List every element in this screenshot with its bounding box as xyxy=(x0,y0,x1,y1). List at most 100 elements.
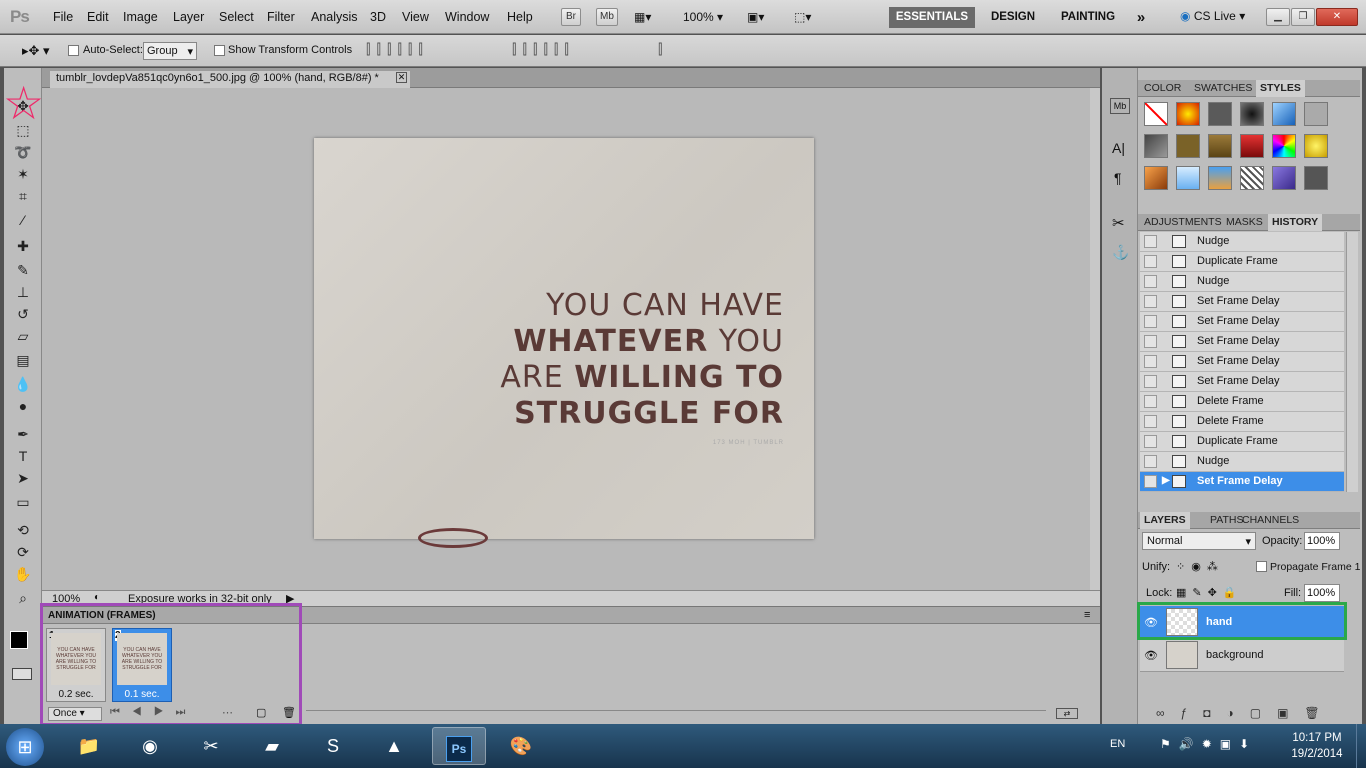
view-extras-icon[interactable]: ▦▾ xyxy=(634,10,651,24)
clock-time[interactable]: 10:17 PM xyxy=(1286,732,1348,744)
align-buttons-icon[interactable]: ⫿⫿⫿⫿⫿⫿ xyxy=(366,41,429,58)
menu-filter[interactable]: Filter xyxy=(267,10,295,24)
minimize-button[interactable]: ▁ xyxy=(1266,8,1290,26)
propagate-frame-checkbox[interactable] xyxy=(1256,561,1267,572)
auto-select-checkbox[interactable] xyxy=(68,45,79,56)
unify-buttons-icon[interactable]: ⁘◉⁂ xyxy=(1176,560,1224,573)
vlc-taskbar-icon[interactable]: ▲ xyxy=(367,727,421,765)
history-item[interactable]: Set Frame Delay xyxy=(1140,312,1344,332)
eye-icon[interactable]: 👁 xyxy=(1144,649,1158,662)
dodge-tool-icon[interactable]: ● xyxy=(12,396,34,416)
eyedropper-tool-icon[interactable]: ⁄ xyxy=(12,210,34,230)
fill-input[interactable]: 100% xyxy=(1304,584,1340,602)
history-snapshot-checkbox[interactable] xyxy=(1144,355,1157,368)
show-desktop-button[interactable] xyxy=(1356,724,1366,768)
layer-row-background[interactable]: 👁 background xyxy=(1140,639,1344,672)
history-snapshot-checkbox[interactable] xyxy=(1144,335,1157,348)
opacity-input[interactable]: 100% xyxy=(1304,532,1340,550)
chrome-taskbar-icon[interactable]: ◉ xyxy=(123,727,177,765)
maximize-button[interactable]: ❐ xyxy=(1291,8,1315,26)
close-document-icon[interactable]: ✕ xyxy=(396,72,407,83)
history-item[interactable]: Set Frame Delay xyxy=(1140,352,1344,372)
history-item[interactable]: Set Frame Delay xyxy=(1140,372,1344,392)
history-item[interactable]: Nudge xyxy=(1140,272,1344,292)
style-swatch[interactable] xyxy=(1144,134,1168,158)
history-item[interactable]: Delete Frame xyxy=(1140,412,1344,432)
quick-mask-icon[interactable] xyxy=(12,668,32,680)
paragraph-panel-icon[interactable]: ¶ xyxy=(1114,170,1122,186)
pen-tool-icon[interactable]: ✒ xyxy=(12,424,34,444)
style-swatch[interactable] xyxy=(1304,134,1328,158)
show-transform-checkbox[interactable] xyxy=(214,45,225,56)
clock-date[interactable]: 19/2/2014 xyxy=(1286,748,1348,760)
distribute-buttons-icon[interactable]: ⫿⫿⫿⫿⫿⫿ xyxy=(512,41,575,58)
style-swatch[interactable] xyxy=(1240,134,1264,158)
language-indicator[interactable]: EN xyxy=(1110,738,1125,750)
document-image[interactable]: YOU CAN HAVE WHATEVER YOU ARE WILLING TO… xyxy=(314,138,814,548)
magic-wand-tool-icon[interactable]: ✶ xyxy=(12,164,34,184)
style-swatch[interactable] xyxy=(1208,166,1232,190)
arrange-documents-icon[interactable]: ▣▾ xyxy=(747,10,764,24)
history-item-selected[interactable]: ▶ Set Frame Delay xyxy=(1140,472,1344,492)
auto-select-dropdown[interactable]: Group ▾ xyxy=(143,42,197,60)
history-snapshot-checkbox[interactable] xyxy=(1144,255,1157,268)
menu-file[interactable]: File xyxy=(53,10,73,24)
history-snapshot-checkbox[interactable] xyxy=(1144,315,1157,328)
history-snapshot-checkbox[interactable] xyxy=(1144,435,1157,448)
sticky-notes-taskbar-icon[interactable]: ▰ xyxy=(245,727,299,765)
style-swatch[interactable] xyxy=(1208,134,1232,158)
history-snapshot-checkbox[interactable] xyxy=(1144,295,1157,308)
type-tool-icon[interactable]: T xyxy=(12,446,34,466)
history-snapshot-checkbox[interactable] xyxy=(1144,275,1157,288)
lasso-tool-icon[interactable]: ➰ xyxy=(12,142,34,162)
character-panel-icon[interactable]: A| xyxy=(1112,140,1125,156)
style-swatch[interactable] xyxy=(1144,166,1168,190)
style-swatch[interactable] xyxy=(1176,134,1200,158)
start-button[interactable]: ⊞ xyxy=(6,728,44,766)
explorer-taskbar-icon[interactable]: 📁 xyxy=(62,727,116,765)
zoom-level-dropdown[interactable]: 100% ▾ xyxy=(683,10,723,24)
style-swatch[interactable] xyxy=(1176,102,1200,126)
panel-menu-icon[interactable]: ≡ xyxy=(1084,609,1090,621)
blur-tool-icon[interactable]: 💧 xyxy=(12,374,34,394)
tab-layers[interactable]: LAYERS xyxy=(1140,512,1190,529)
history-snapshot-checkbox[interactable] xyxy=(1144,455,1157,468)
frames-scrollbar[interactable] xyxy=(306,710,1046,716)
history-brush-tool-icon[interactable]: ↺ xyxy=(12,304,34,324)
skype-taskbar-icon[interactable]: S xyxy=(306,727,360,765)
hand-tool-icon[interactable]: ✋ xyxy=(12,564,34,584)
workspace-painting[interactable]: PAINTING xyxy=(1053,7,1123,28)
gradient-tool-icon[interactable]: ▤ xyxy=(12,350,34,370)
menu-help[interactable]: Help xyxy=(507,10,533,24)
eraser-tool-icon[interactable]: ▱ xyxy=(12,326,34,346)
tab-history[interactable]: HISTORY xyxy=(1268,214,1323,231)
style-swatch[interactable] xyxy=(1272,102,1296,126)
workspace-more-chevron[interactable]: » xyxy=(1131,7,1151,28)
brush-tool-icon[interactable]: ✎ xyxy=(12,260,34,280)
style-swatch[interactable] xyxy=(1304,166,1328,190)
bridge-button[interactable]: Br xyxy=(561,8,581,26)
workspace-essentials[interactable]: ESSENTIALS xyxy=(889,7,975,28)
menu-analysis[interactable]: Analysis xyxy=(311,10,358,24)
history-snapshot-checkbox[interactable] xyxy=(1144,475,1157,488)
status-info-icon[interactable]: ◐ xyxy=(94,592,100,603)
menu-layer[interactable]: Layer xyxy=(173,10,204,24)
move-tool-preset-icon[interactable]: ▸✥ ▾ xyxy=(22,43,50,59)
blend-mode-dropdown[interactable]: Normal ▾ xyxy=(1142,532,1256,550)
menu-window[interactable]: Window xyxy=(445,10,489,24)
history-item[interactable]: Nudge xyxy=(1140,452,1344,472)
history-item[interactable]: Duplicate Frame xyxy=(1140,432,1344,452)
history-snapshot-checkbox[interactable] xyxy=(1144,415,1157,428)
auto-align-icon[interactable]: ⫿ xyxy=(658,41,662,58)
tab-swatches[interactable]: SWATCHES xyxy=(1190,80,1256,97)
menu-select[interactable]: Select xyxy=(219,10,254,24)
3d-orbit-tool-icon[interactable]: ⟳ xyxy=(12,542,34,562)
history-item[interactable]: Set Frame Delay xyxy=(1140,292,1344,312)
history-item[interactable]: Delete Frame xyxy=(1140,392,1344,412)
foreground-color-swatch[interactable] xyxy=(10,631,28,649)
stamp-tool-icon[interactable]: ⊥ xyxy=(12,282,34,302)
tab-channels[interactable]: CHANNELS xyxy=(1238,512,1303,529)
style-swatch[interactable] xyxy=(1240,166,1264,190)
lock-buttons-icon[interactable]: ▦✎✥🔒 xyxy=(1176,586,1243,599)
crop-tool-icon[interactable]: ⌗ xyxy=(12,186,34,206)
